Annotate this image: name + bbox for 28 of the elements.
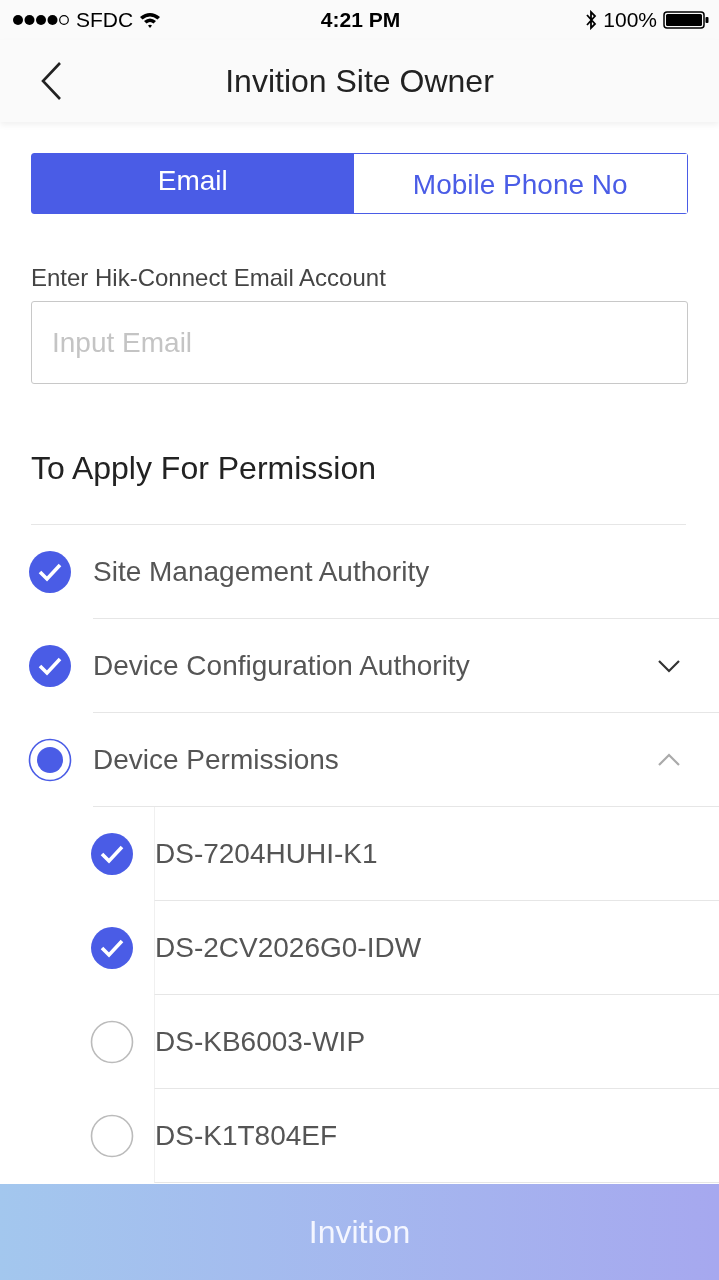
checked-icon[interactable]	[90, 832, 134, 876]
email-field[interactable]: Input Email	[31, 301, 688, 384]
tab[interactable]: Email	[32, 154, 354, 213]
unchecked-icon[interactable]	[90, 1020, 134, 1064]
unchecked-icon[interactable]	[90, 1114, 134, 1158]
checked-icon[interactable]	[90, 926, 134, 970]
wifi-icon	[139, 12, 162, 28]
checked-icon[interactable]	[28, 550, 72, 594]
partial-check-icon[interactable]	[28, 738, 72, 782]
field-label: Enter Hik-Connect Email Account	[31, 264, 387, 292]
chevron-down-icon[interactable]	[657, 658, 681, 673]
device-label: DS-2CV2026G0-IDW	[155, 931, 422, 964]
signal-icon	[12, 14, 70, 26]
carrier-name: SFDC	[76, 8, 134, 32]
page-title: Invition Site Owner	[225, 62, 494, 100]
section-title: To Apply For Permission	[31, 450, 686, 525]
checked-icon[interactable]	[28, 644, 72, 688]
battery-percent: 100%	[603, 8, 657, 32]
device-label: DS-7204HUHI-K1	[155, 837, 378, 870]
battery-icon	[663, 11, 709, 29]
bluetooth-icon	[585, 10, 598, 30]
device-label: DS-KB6003-WIP	[155, 1025, 366, 1058]
permission-label: Device Permissions	[93, 743, 339, 776]
device-label: DS-K1T804EF	[155, 1119, 338, 1152]
permission-label: Device Configuration Authority	[93, 649, 470, 682]
back-icon[interactable]	[40, 61, 62, 101]
status-time: 4:21 PM	[320, 8, 401, 32]
permission-label: Site Management Authority	[93, 555, 430, 588]
